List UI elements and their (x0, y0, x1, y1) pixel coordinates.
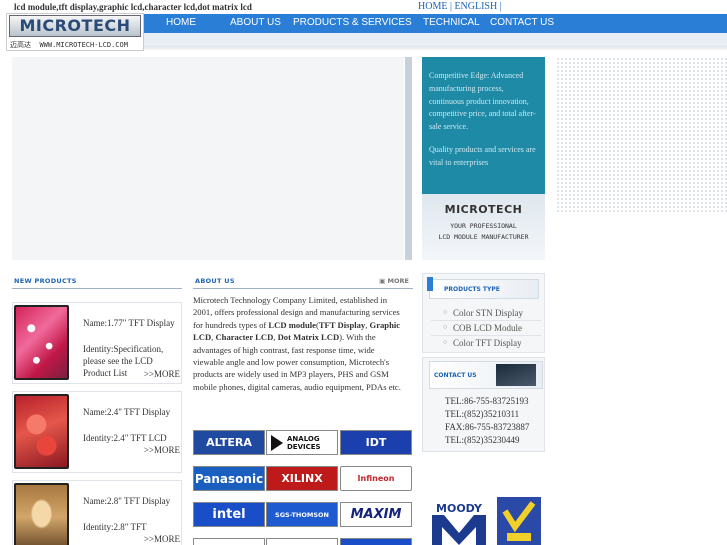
banner-image-area (12, 57, 404, 260)
brand-label: XILINX (281, 472, 323, 485)
moody-cert-logo: MOODY (424, 497, 494, 545)
language-links[interactable]: HOME | ENGLISH | (418, 1, 502, 12)
contact-tel-1: TEL:86-755-83725193 (445, 396, 529, 406)
ptype-color-tft[interactable]: Color TFT Display (443, 338, 522, 348)
slogan-competitive-edge: Competitive Edge: Advanced manufacturing… (429, 71, 536, 132)
ptype-cob-lcd[interactable]: COB LCD Module (443, 323, 522, 333)
nav-home[interactable]: HOME (166, 17, 196, 28)
slogan-quality: Quality products and services are vital … (429, 144, 536, 167)
product-more-link[interactable]: >>MORE (144, 369, 180, 379)
ukas-cert-logo (497, 497, 541, 545)
contact-header: CONTACT US (429, 361, 543, 389)
logo-wordmark: MICROTECH (9, 15, 141, 37)
brand-label: SGS-THOMSON (275, 510, 329, 519)
main-nav: HOME ABOUT US PRODUCTS & SERVICES TECHNI… (144, 14, 727, 33)
svg-text:MOODY: MOODY (436, 502, 483, 515)
banner-dot-pattern (556, 57, 727, 212)
product-more-link[interactable]: >>MORE (144, 445, 180, 455)
new-products-title: NEW PRODUCTS (14, 277, 77, 285)
about-us-header: ABOUT US ▣ MORE (193, 273, 413, 289)
brand-label: ALTERA (206, 436, 252, 449)
contact-tel-3: TEL:(852)35230449 (445, 435, 520, 445)
products-type-title: PRODUCTS TYPE (444, 286, 500, 293)
logo-text: MICROTECH (19, 16, 131, 35)
brand-label: intel (212, 507, 246, 522)
ptype-color-stn[interactable]: Color STN Display (443, 308, 523, 318)
brand-logo-idt[interactable]: IDT (340, 430, 412, 455)
product-card[interactable]: Name:1.77" TFT Display Identity:Specific… (12, 302, 182, 384)
banner-tagline-2: LCD MODULE MANUFACTURER (438, 233, 529, 241)
brand-logo-intel[interactable]: intel (193, 502, 265, 527)
divider (431, 320, 541, 321)
brand-logo-partial[interactable] (266, 538, 338, 545)
brand-logo-partial[interactable] (193, 538, 265, 545)
kw-character-lcd[interactable]: Character LCD (215, 332, 273, 342)
product-image-strawberries[interactable] (14, 394, 69, 469)
nav-about-us[interactable]: ABOUT US (230, 17, 281, 28)
banner-tagline-1: YOUR PROFESSIONAL (450, 222, 517, 230)
kw-tft-display[interactable]: TFT Display (319, 320, 365, 330)
product-image-portrait[interactable] (14, 483, 69, 545)
new-products-header: NEW PRODUCTS (12, 273, 182, 289)
about-paragraph: Microtech Technology Company Limited, es… (193, 294, 405, 393)
site-logo[interactable]: MICROTECH 迈高达 WWW.MICROTECH-LCD.COM (6, 13, 144, 51)
brand-logo-sgs-thomson[interactable]: SGS-THOMSON (266, 502, 338, 527)
brand-logo-analog-devices[interactable]: ANALOG DEVICES (266, 430, 338, 455)
brand-logo-maxim[interactable]: MAXIM (340, 502, 412, 527)
nav-subbar (144, 33, 727, 46)
nav-technical[interactable]: TECHNICAL (423, 17, 480, 28)
contact-fax: FAX:86-755-83723887 (445, 422, 530, 432)
businessman-image (496, 364, 536, 386)
contact-title: CONTACT US (434, 372, 477, 379)
product-image-flowers[interactable] (14, 305, 69, 380)
product-name[interactable]: Name:2.4" TFT Display (83, 407, 170, 417)
contact-tel-2: TEL:(852)35210311 (445, 409, 520, 419)
contact-box: CONTACT US TEL:86-755-83725193 TEL:(852)… (422, 357, 545, 452)
divider (431, 335, 541, 336)
kw-lcd-module[interactable]: LCD module (268, 320, 316, 330)
product-card[interactable]: Name:2.8" TFT Display Identity:2.8" TFT … (12, 480, 182, 545)
nav-contact-us[interactable]: CONTACT US (490, 17, 554, 28)
brand-label: MAXIM (350, 507, 402, 522)
brand-logo-partial[interactable] (340, 538, 412, 545)
keywords-text: lcd module,tft display,graphic lcd,chara… (14, 2, 252, 12)
kw-dot-matrix-lcd[interactable]: Dot Matrix LCD (278, 332, 340, 342)
brand-label: IDT (365, 436, 387, 449)
product-more-link[interactable]: >>MORE (144, 534, 180, 544)
brand-label: Infineon (357, 474, 395, 483)
brand-logo-xilinx[interactable]: XILINX (266, 466, 338, 491)
banner-brand-panel: MICROTECH YOUR PROFESSIONAL LCD MODULE M… (422, 194, 545, 260)
banner-divider-strip (405, 57, 412, 260)
products-type-header: PRODUCTS TYPE (429, 279, 539, 299)
brand-logo-altera[interactable]: ALTERA (193, 430, 265, 455)
brand-label: ANALOG DEVICES (287, 434, 321, 451)
about-us-title: ABOUT US (195, 277, 235, 285)
nav-shadow (144, 46, 727, 50)
nav-products-services[interactable]: PRODUCTS & SERVICES (293, 17, 412, 28)
play-triangle-icon (271, 434, 283, 451)
moody-m-icon: MOODY (424, 497, 494, 545)
header-accent-bar (427, 277, 433, 291)
brand-label: Panasonic (194, 471, 264, 486)
products-type-box: PRODUCTS TYPE Color STN Display COB LCD … (422, 273, 545, 353)
product-name[interactable]: Name:1.77" TFT Display (83, 318, 175, 328)
brand-logo-panasonic[interactable]: Panasonic (193, 466, 265, 491)
brand-logo-infineon[interactable]: Infineon (340, 466, 412, 491)
about-more-label[interactable]: MORE (388, 277, 409, 285)
product-card[interactable]: Name:2.4" TFT Display Identity:2.4" TFT … (12, 391, 182, 473)
product-identity: Identity:2.4" TFT LCD (83, 433, 167, 443)
banner-brand-name: MICROTECH (444, 203, 523, 216)
crown-check-icon (497, 497, 541, 545)
logo-subline: 迈高达 WWW.MICROTECH-LCD.COM (10, 40, 128, 50)
logo-url: WWW.MICROTECH-LCD.COM (39, 41, 128, 49)
product-identity: Identity:2.8" TFT (83, 522, 147, 532)
banner-slogan-panel: Competitive Edge: Advanced manufacturing… (422, 57, 545, 194)
logo-chinese: 迈高达 (10, 41, 31, 49)
about-more-link[interactable]: ▣ MORE (379, 277, 409, 285)
product-name[interactable]: Name:2.8" TFT Display (83, 496, 170, 506)
